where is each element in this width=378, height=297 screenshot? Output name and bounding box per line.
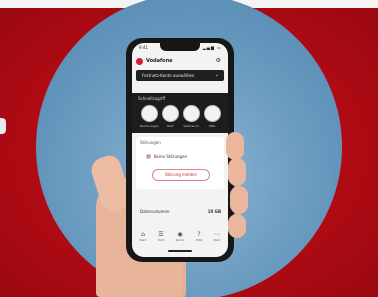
report-fault-label: Störung melden bbox=[164, 172, 198, 177]
tab-label: Mehr bbox=[213, 238, 221, 242]
app-logo-icon bbox=[136, 58, 143, 65]
tab-hilfe[interactable]: ? Hilfe bbox=[192, 231, 206, 247]
tariff-icon bbox=[161, 105, 179, 122]
finger-3 bbox=[230, 186, 248, 214]
finger-4 bbox=[228, 214, 246, 238]
report-fault-button[interactable]: Störung melden bbox=[152, 169, 210, 181]
quick-action-label: Verbrauch bbox=[183, 124, 199, 128]
tab-label: Hilfe bbox=[195, 238, 203, 242]
finger-2 bbox=[228, 158, 246, 186]
signal-battery-icon: ▂▄▆ ▭ bbox=[202, 45, 222, 50]
quick-action-1[interactable]: Rechnungen bbox=[140, 105, 159, 131]
app-name: Vodafone bbox=[146, 58, 173, 64]
account-select-label: Festnetz-Konto auswählen bbox=[142, 73, 195, 78]
quick-action-2[interactable]: Tarif bbox=[161, 105, 179, 131]
photo-scene: 9:41 ▂▄▆ ▭ Vodafone ⚙ Festnetz-Konto aus… bbox=[0, 0, 378, 297]
tab-label: Konto bbox=[175, 238, 185, 242]
tab-bar: ⌂ Start ☰ Tarif ◉ Konto ? Hilfe ⋯ Mehr bbox=[132, 229, 228, 249]
data-volume-value: 10 GB bbox=[207, 209, 221, 214]
tab-tarif[interactable]: ☰ Tarif bbox=[154, 231, 168, 247]
quick-action-label: Hilfe bbox=[208, 124, 216, 128]
status-dot-icon bbox=[146, 154, 151, 159]
tab-start[interactable]: ⌂ Start bbox=[136, 231, 150, 247]
usage-icon bbox=[182, 105, 200, 122]
account-select[interactable]: Festnetz-Konto auswählen ⌄ bbox=[136, 70, 224, 81]
help-icon: ? bbox=[197, 231, 201, 238]
home-indicator bbox=[168, 250, 192, 252]
banner-title: Schnellzugriff bbox=[138, 96, 166, 101]
data-volume-row[interactable]: Datenvolumen 10 GB bbox=[136, 207, 224, 217]
tab-label: Start bbox=[139, 238, 147, 242]
finger-1 bbox=[226, 132, 244, 160]
phone-screen: 9:41 ▂▄▆ ▭ Vodafone ⚙ Festnetz-Konto aus… bbox=[132, 43, 228, 257]
app-header: Vodafone ⚙ bbox=[136, 57, 224, 67]
quick-action-3[interactable]: Verbrauch bbox=[182, 105, 200, 131]
faults-card: Störungen Keine Störungen Störung melden bbox=[136, 137, 224, 189]
left-edge-shape bbox=[0, 118, 6, 134]
status-text: Keine Störungen bbox=[154, 154, 188, 159]
list-icon: ☰ bbox=[158, 231, 164, 238]
tab-mehr[interactable]: ⋯ Mehr bbox=[210, 231, 224, 247]
notch bbox=[160, 43, 200, 51]
quick-actions-banner: Schnellzugriff Rechnungen Tarif Verbrauc… bbox=[132, 93, 228, 133]
status-time: 9:41 bbox=[139, 45, 148, 50]
document-icon bbox=[140, 105, 158, 122]
quick-action-label: Rechnungen bbox=[140, 124, 159, 128]
tab-konto[interactable]: ◉ Konto bbox=[173, 231, 187, 247]
tab-label: Tarif bbox=[157, 238, 165, 242]
account-icon: ◉ bbox=[177, 231, 183, 238]
help-icon bbox=[203, 105, 221, 122]
data-volume-label: Datenvolumen bbox=[140, 209, 170, 214]
chevron-down-icon: ⌄ bbox=[214, 72, 219, 78]
quick-action-4[interactable]: Hilfe bbox=[203, 105, 221, 131]
home-icon: ⌂ bbox=[141, 231, 145, 238]
settings-icon[interactable]: ⚙ bbox=[216, 57, 221, 64]
quick-action-label: Tarif bbox=[166, 124, 174, 128]
section-title: Störungen bbox=[140, 140, 161, 145]
more-icon: ⋯ bbox=[214, 231, 220, 238]
